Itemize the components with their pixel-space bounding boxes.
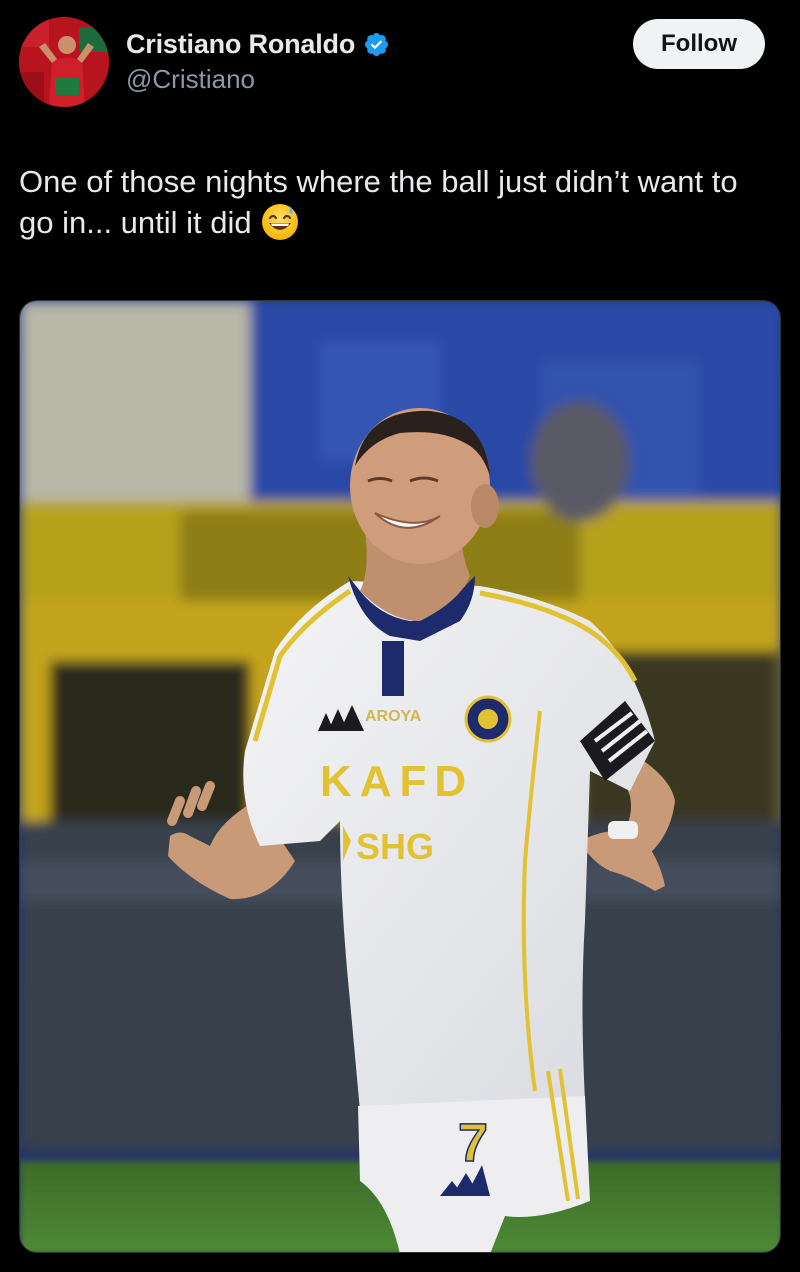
post-image[interactable]: AROYA KAFD SHG 7 (19, 300, 781, 1253)
tweet-text-body: One of those nights where the ball just … (19, 164, 738, 240)
jersey-sponsor-main: KAFD (320, 757, 474, 806)
player-photo: AROYA KAFD SHG 7 (20, 301, 780, 1252)
follow-button[interactable]: Follow (633, 19, 765, 69)
verified-badge-icon (363, 31, 390, 58)
tweet-text: One of those nights where the ball just … (19, 162, 759, 243)
grinning-face-with-sweat-icon (260, 202, 300, 242)
author-info: Cristiano Ronaldo @Cristiano (126, 26, 390, 95)
tweet-card: Cristiano Ronaldo @Cristiano Follow One … (0, 0, 800, 1272)
jersey-sponsor-bottom: SHG (356, 826, 434, 867)
display-name[interactable]: Cristiano Ronaldo (126, 29, 355, 60)
handle[interactable]: @Cristiano (126, 64, 390, 95)
shorts-number: 7 (458, 1113, 488, 1173)
profile-photo-icon (19, 17, 109, 107)
jersey-sponsor-top: AROYA (365, 708, 422, 725)
name-row: Cristiano Ronaldo (126, 26, 390, 62)
avatar[interactable] (19, 17, 109, 107)
